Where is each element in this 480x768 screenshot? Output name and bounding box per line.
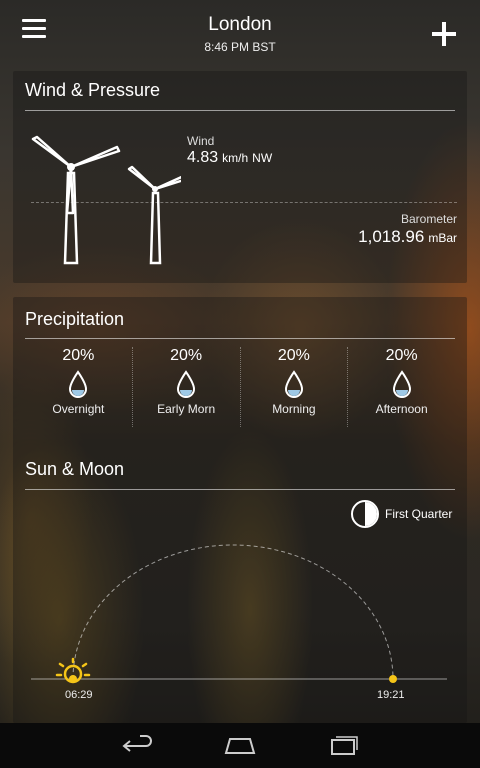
wind-direction: NW — [252, 151, 273, 165]
precip-chance: 20% — [385, 347, 418, 364]
precip-chance: 20% — [277, 347, 310, 364]
raindrop-icon — [284, 370, 303, 398]
wind-speed: 4.83 — [187, 149, 219, 166]
precipitation-periods: 20% Overnight 20% Early Morn 20% Morning… — [25, 347, 455, 427]
navigation-bar — [0, 723, 480, 768]
barometer-value: 1,018.96 mBar — [358, 227, 457, 247]
sunrise-time: 06:29 — [65, 689, 93, 701]
precip-label: Morning — [272, 402, 316, 416]
recent-apps-icon[interactable] — [326, 733, 362, 757]
precip-period-morning: 20% Morning — [239, 347, 348, 427]
precip-label: Overnight — [52, 402, 105, 416]
barometer-unit: mBar — [428, 231, 457, 245]
sunset-time: 19:21 — [377, 689, 405, 701]
top-bar: London 8:46 PM BST — [0, 0, 480, 64]
barometer-reading: 1,018.96 — [358, 227, 425, 246]
section-divider — [25, 110, 455, 111]
precipitation-card: Precipitation 20% Overnight 20% Early Mo… — [13, 297, 467, 723]
back-icon[interactable] — [120, 733, 156, 757]
wind-label: Wind — [187, 134, 215, 148]
sunset-marker — [389, 675, 397, 683]
precip-period-early-morn: 20% Early Morn — [131, 347, 240, 427]
precip-label: Early Morn — [157, 402, 216, 416]
wind-pressure-title: Wind & Pressure — [25, 80, 161, 100]
sun-moon-panel: First Quarter 06:29 19:21 — [13, 477, 467, 717]
home-icon[interactable] — [222, 733, 258, 757]
precip-period-overnight: 20% Overnight — [25, 347, 132, 427]
precip-period-afternoon: 20% Afternoon — [347, 347, 455, 427]
sun-path — [72, 544, 394, 680]
wind-turbine-icon — [31, 135, 181, 265]
raindrop-icon — [392, 370, 411, 398]
wind-value: 4.83 km/h NW — [187, 149, 272, 167]
location-title[interactable]: London — [0, 14, 480, 36]
local-time: 8:46 PM BST — [204, 40, 276, 54]
raindrop-icon — [177, 370, 196, 398]
precipitation-title: Precipitation — [25, 309, 125, 329]
raindrop-icon — [69, 370, 88, 398]
sun-arc — [31, 544, 447, 684]
section-divider — [25, 338, 455, 339]
barometer-label: Barometer — [400, 212, 457, 226]
precip-label: Afternoon — [375, 402, 428, 416]
wind-pressure-card: Wind & Pressure Wind 4.83 km/h NW Baromete… — [13, 71, 467, 283]
precip-chance: 20% — [170, 347, 203, 364]
add-icon[interactable] — [432, 22, 456, 46]
precip-chance: 20% — [62, 347, 95, 364]
wind-unit: km/h — [222, 151, 249, 165]
